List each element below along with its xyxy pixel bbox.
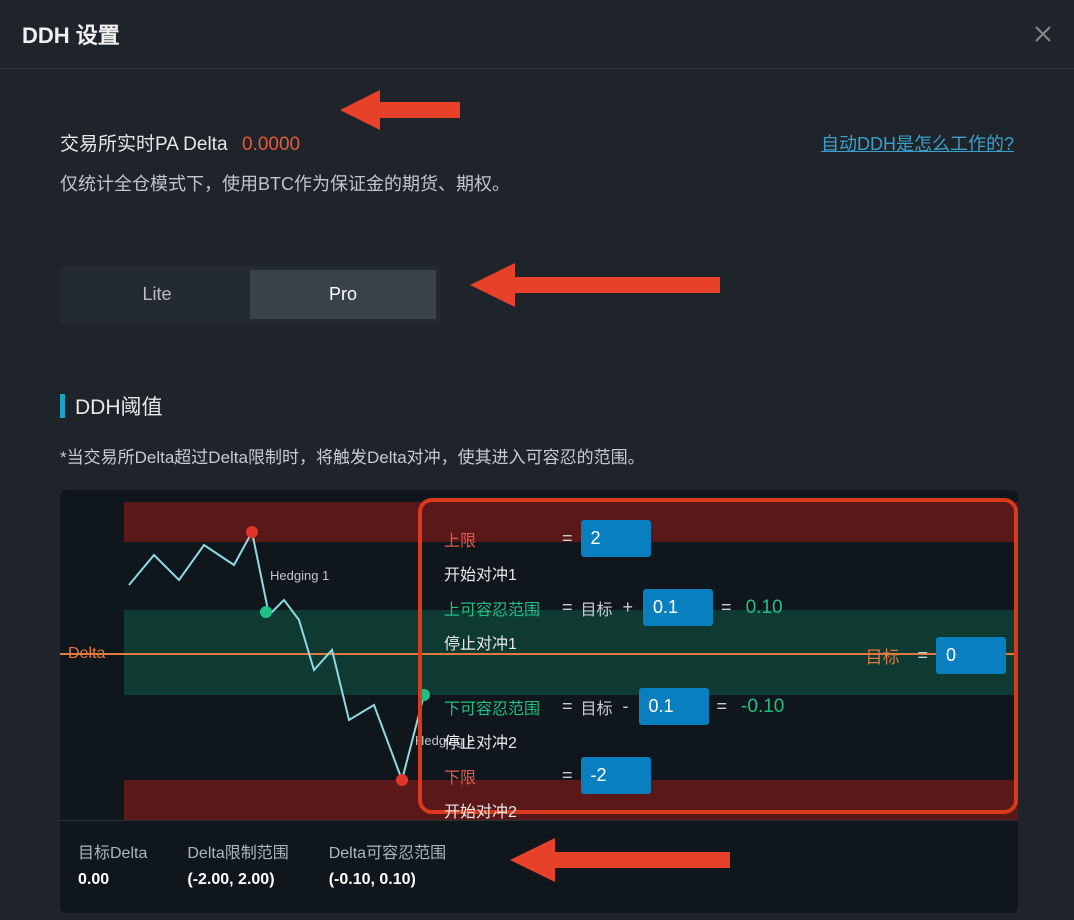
delta-axis-label: Delta	[68, 645, 105, 663]
summary-limit-value: (-2.00, 2.00)	[187, 871, 288, 889]
pa-delta-label: 交易所实时PA Delta	[60, 134, 228, 155]
upper-limit-label: 上限	[444, 527, 554, 551]
help-link[interactable]: 自动DDH是怎么工作的?	[821, 130, 1014, 156]
dialog-title: DDH 设置	[22, 18, 120, 50]
summary-target-label: 目标Delta	[78, 839, 147, 863]
summary-tol-label: Delta可容忍范围	[329, 839, 446, 863]
delta-line-chart	[124, 490, 444, 820]
upper-tol-input[interactable]	[643, 589, 713, 626]
annotation-arrow-2	[470, 255, 730, 315]
tab-lite[interactable]: Lite	[64, 270, 250, 319]
mode-tabs: Lite Pro	[60, 266, 440, 323]
target-label: 目标	[865, 643, 899, 668]
target-row: 目标 =	[865, 637, 1006, 674]
lower-tol-result: -0.10	[741, 696, 784, 718]
lower-limit-sub: 开始对冲2	[444, 798, 992, 820]
lower-tol-sub: 停止对冲2	[444, 729, 992, 753]
hedging1-label: Hedging 1	[270, 568, 329, 583]
lower-limit-input[interactable]	[581, 757, 651, 794]
upper-tol-label: 上可容忍范围	[444, 596, 554, 620]
section-accent	[60, 394, 65, 418]
chart-area: Delta Hedging 1 Hedging 2 上限 = 开始对冲1	[60, 490, 1018, 820]
tab-pro[interactable]: Pro	[250, 270, 436, 319]
annotation-arrow-3	[510, 830, 740, 890]
annotation-arrow-1	[340, 80, 470, 140]
target-input[interactable]	[936, 637, 1006, 674]
margin-note: 仅统计全仓模式下，使用BTC作为保证金的期货、期权。	[60, 170, 1014, 196]
summary-target-value: 0.00	[78, 871, 147, 889]
eq-sign: =	[562, 528, 573, 549]
close-icon[interactable]	[1034, 25, 1052, 43]
upper-limit-input[interactable]	[581, 520, 651, 557]
lower-tol-label: 下可容忍范围	[444, 695, 554, 719]
upper-tol-result: 0.10	[746, 597, 783, 619]
lower-tol-input[interactable]	[639, 688, 709, 725]
lower-limit-label: 下限	[444, 764, 554, 788]
section-title: DDH阈值	[75, 391, 163, 421]
summary-limit-label: Delta限制范围	[187, 839, 288, 863]
section-note: *当交易所Delta超过Delta限制时，将触发Delta对冲，使其进入可容忍的…	[60, 443, 1014, 468]
pa-delta-value: 0.0000	[242, 134, 300, 155]
upper-limit-sub: 开始对冲1	[444, 561, 992, 585]
summary-tol-value: (-0.10, 0.10)	[329, 871, 446, 889]
